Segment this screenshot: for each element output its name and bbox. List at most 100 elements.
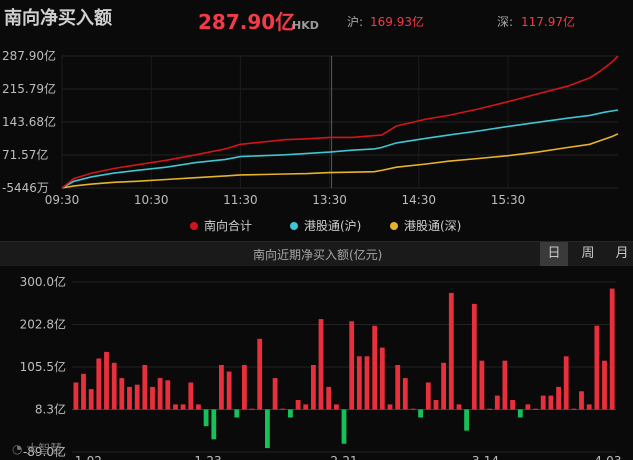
x-tick-label: 1-23 (194, 454, 221, 460)
tab-month[interactable]: 月 (608, 242, 633, 266)
intraday-line-chart: 287.90亿 215.79亿 143.68亿 71.57亿 -5446万09:30 10… (2, 48, 619, 207)
x-tick-label: 4-03 (594, 454, 621, 460)
currency-label: HKD (292, 19, 319, 32)
bar (556, 386, 561, 410)
bar (150, 386, 155, 410)
legend-item-sz[interactable]: 港股通(深) (390, 217, 461, 234)
bar (456, 404, 462, 410)
bar (364, 356, 370, 410)
bar (88, 389, 94, 410)
bar (464, 409, 469, 431)
y-tick-label: 143.68亿 (2, 114, 56, 129)
bar (249, 408, 255, 410)
bar (548, 395, 554, 410)
bar (418, 409, 423, 418)
x-tick-label: 14:30 (401, 193, 436, 207)
bar (295, 400, 301, 410)
bar (487, 408, 492, 410)
section-header: 南向近期净买入额(亿元) 日 周 月 (0, 241, 633, 266)
legend-label-sz: 港股通(深) (404, 219, 462, 233)
bar (257, 338, 263, 410)
bar (157, 378, 163, 410)
x-tick-label: 10:30 (134, 193, 169, 207)
bar (127, 386, 132, 410)
bar (173, 404, 178, 410)
bar (211, 409, 217, 440)
sz-value: 117.97亿 (521, 15, 575, 29)
bar (188, 382, 194, 410)
logo-icon: ◔ (12, 442, 27, 456)
legend-item-total[interactable]: 南向合计 (190, 217, 252, 234)
bar (134, 384, 140, 410)
bar (81, 373, 86, 410)
bar (311, 365, 316, 410)
y-tick-label: 215.79亿 (2, 81, 56, 96)
bar (356, 356, 362, 410)
bar (119, 378, 125, 410)
bar (433, 400, 439, 410)
bar (402, 378, 408, 410)
tab-day[interactable]: 日 (540, 242, 568, 266)
bar (510, 400, 515, 410)
y-tick-label: 8.3亿 (35, 402, 66, 417)
bar (234, 409, 240, 418)
bar (372, 325, 378, 410)
bar (272, 378, 278, 410)
bar (586, 404, 592, 410)
sh-label: 沪: (347, 15, 364, 29)
bar (609, 288, 615, 410)
tab-week[interactable]: 周 (574, 242, 602, 266)
watermark-logo: ◔ 大智慧 (12, 442, 63, 456)
y-tick-label: 105.5亿 (20, 359, 66, 374)
bar (96, 358, 102, 410)
y-tick-label: 202.8亿 (20, 317, 66, 332)
bar (579, 391, 584, 410)
bar (288, 409, 293, 418)
yellow-dot-icon (390, 222, 398, 230)
section-title: 南向近期净买入额(亿元) (253, 248, 383, 262)
bar (318, 319, 324, 410)
bar (540, 395, 546, 410)
x-tick-label: 09:30 (45, 193, 80, 207)
sz-label: 深: (497, 15, 514, 29)
bar (226, 371, 232, 410)
bar (571, 408, 577, 410)
bar (517, 409, 523, 418)
legend: 南向合计 港股通(沪) 港股通(深) (0, 214, 633, 236)
bar (280, 408, 286, 410)
bar (479, 360, 485, 410)
bar (104, 351, 109, 410)
bar (448, 292, 454, 410)
bar (334, 404, 339, 410)
bar (379, 347, 385, 410)
red-dot-icon (190, 222, 198, 230)
x-tick-label: 3-14 (472, 454, 499, 460)
bar (494, 395, 500, 410)
legend-label-total: 南向合计 (204, 219, 253, 233)
page-title: 南向净买入额 (4, 8, 112, 29)
legend-item-sh[interactable]: 港股通(沪) (290, 217, 361, 234)
bar (410, 408, 416, 410)
series-line (61, 133, 619, 189)
bar (602, 360, 607, 410)
bar (563, 356, 569, 410)
bar (395, 365, 401, 410)
cyan-dot-icon (290, 222, 298, 230)
sh-value: 169.93亿 (370, 15, 424, 29)
y-tick-label: 300.0亿 (20, 274, 66, 289)
daily-bar-chart: 300.0亿202.8亿105.5亿8.3亿-89.0亿1-021-232-21… (20, 274, 622, 460)
bar (341, 409, 347, 444)
total-net-buy: 287.90亿 (198, 10, 296, 34)
x-tick-label: 13:30 (312, 193, 347, 207)
y-tick-label: -5446万 (2, 181, 49, 195)
x-tick-label: 1-02 (75, 454, 102, 460)
y-tick-label: 71.57亿 (2, 147, 48, 162)
header: 南向净买入额 287.90亿 HKD 沪: 169.93亿 深: 117.97亿 (0, 0, 633, 40)
bar (326, 386, 332, 410)
bar (471, 303, 477, 410)
bar (242, 365, 247, 410)
x-tick-label: 2-21 (330, 454, 357, 460)
bar (165, 380, 171, 410)
bar (525, 404, 531, 410)
legend-label-sh: 港股通(沪) (304, 219, 362, 233)
